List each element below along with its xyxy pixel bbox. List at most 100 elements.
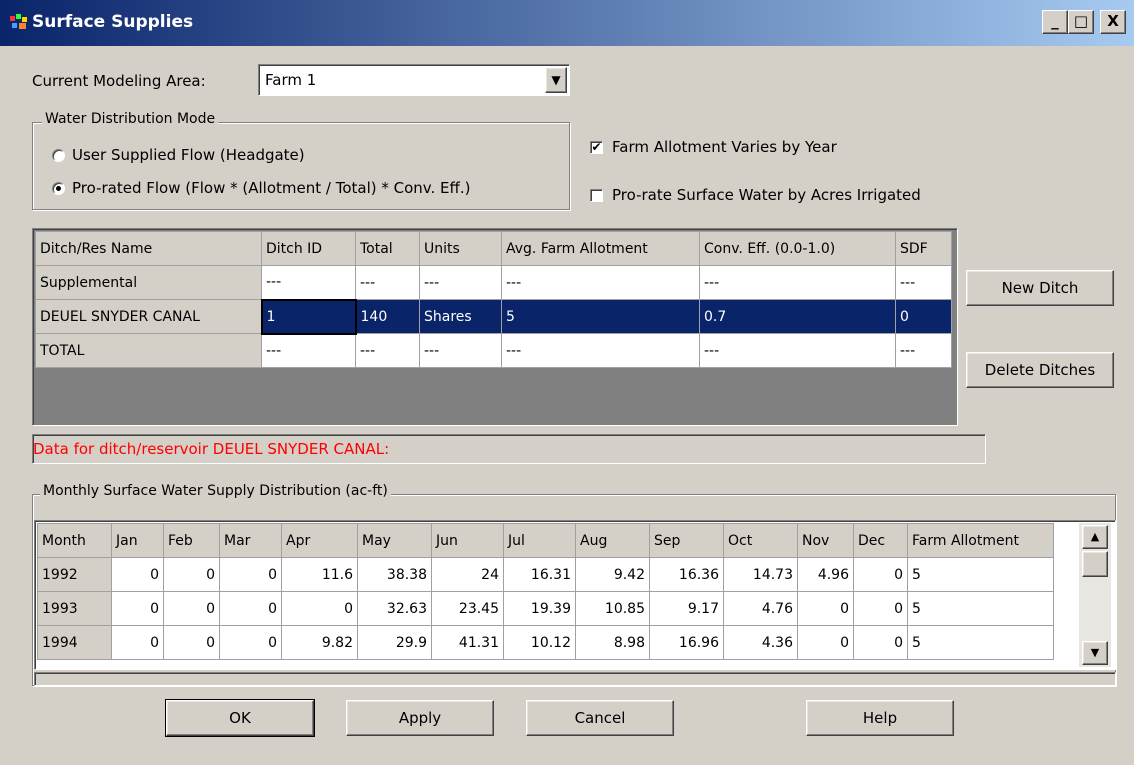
ditch-cell[interactable]: 140 (355, 299, 420, 334)
allotment-cell[interactable]: 5 (907, 591, 1054, 626)
ditch-cell[interactable]: Shares (419, 299, 502, 334)
month-cell[interactable]: 9.17 (649, 591, 724, 626)
ditch-row[interactable]: Supplemental --- --- --- --- --- --- (35, 265, 952, 300)
col-header-may[interactable]: May (357, 523, 432, 558)
help-button[interactable]: Help (806, 700, 954, 736)
maximize-button[interactable]: □ (1068, 10, 1094, 34)
col-header-total[interactable]: Total (355, 231, 420, 266)
month-cell[interactable]: 14.73 (723, 557, 798, 592)
month-cell[interactable]: 38.38 (357, 557, 432, 592)
month-cell[interactable]: 9.82 (281, 625, 358, 660)
month-cell[interactable]: 23.45 (431, 591, 504, 626)
ditch-grid[interactable]: Ditch/Res Name Ditch ID Total Units Avg.… (32, 228, 958, 426)
month-cell[interactable]: 16.96 (649, 625, 724, 660)
ditch-cell[interactable]: 5 (501, 299, 700, 334)
table-row[interactable]: 1992 0 0 0 11.6 38.38 24 16.31 9.42 16.3… (37, 557, 1054, 592)
ditch-cell[interactable]: --- (501, 265, 700, 300)
col-header-conv-eff[interactable]: Conv. Eff. (0.0-1.0) (699, 231, 896, 266)
title-bar[interactable]: Surface Supplies _ □ X (0, 0, 1134, 46)
monthly-grid[interactable]: Month Jan Feb Mar Apr May Jun Jul Aug Se… (34, 520, 1116, 670)
ditch-cell[interactable]: --- (355, 265, 420, 300)
col-header-avg-allotment[interactable]: Avg. Farm Allotment (501, 231, 700, 266)
month-cell[interactable]: 0 (111, 557, 164, 592)
chevron-down-icon[interactable]: ▼ (545, 67, 567, 93)
ditch-cell[interactable]: --- (895, 265, 952, 300)
ditch-cell[interactable]: --- (355, 333, 420, 368)
col-header-jun[interactable]: Jun (431, 523, 504, 558)
col-header-jul[interactable]: Jul (503, 523, 576, 558)
month-cell[interactable]: 41.31 (431, 625, 504, 660)
month-cell[interactable]: 11.6 (281, 557, 358, 592)
scroll-down-icon[interactable]: ▼ (1082, 641, 1108, 665)
ditch-row-name[interactable]: TOTAL (35, 333, 262, 368)
ditch-cell[interactable]: --- (699, 333, 896, 368)
col-header-ditch-id[interactable]: Ditch ID (261, 231, 356, 266)
month-cell[interactable]: 0 (853, 591, 908, 626)
minimize-button[interactable]: _ (1042, 10, 1068, 34)
month-cell[interactable]: 0 (111, 591, 164, 626)
ditch-cell[interactable]: 0 (895, 299, 952, 334)
ditch-row-name[interactable]: Supplemental (35, 265, 262, 300)
row-header-year[interactable]: 1994 (37, 625, 112, 660)
col-header-aug[interactable]: Aug (575, 523, 650, 558)
col-header-feb[interactable]: Feb (163, 523, 220, 558)
month-cell[interactable]: 4.36 (723, 625, 798, 660)
ditch-row-selected[interactable]: DEUEL SNYDER CANAL 1 140 Shares 5 0.7 0 (35, 298, 952, 335)
ditch-cell[interactable]: --- (419, 265, 502, 300)
close-button[interactable]: X (1100, 10, 1126, 34)
ditch-row-name[interactable]: DEUEL SNYDER CANAL (35, 299, 262, 334)
ditch-cell[interactable]: --- (261, 265, 356, 300)
month-cell[interactable]: 9.42 (575, 557, 650, 592)
ditch-table[interactable]: Ditch/Res Name Ditch ID Total Units Avg.… (35, 231, 952, 368)
modeling-area-dropdown[interactable]: Farm 1 ▼ (258, 64, 570, 96)
col-header-apr[interactable]: Apr (281, 523, 358, 558)
col-header-nov[interactable]: Nov (797, 523, 854, 558)
monthly-table[interactable]: Month Jan Feb Mar Apr May Jun Jul Aug Se… (37, 523, 1054, 660)
table-row[interactable]: 1993 0 0 0 0 32.63 23.45 19.39 10.85 9.1… (37, 591, 1054, 626)
ditch-cell[interactable]: --- (699, 265, 896, 300)
ditch-row-total[interactable]: TOTAL --- --- --- --- --- --- (35, 333, 952, 368)
new-ditch-button[interactable]: New Ditch (966, 270, 1114, 306)
radio-pro-rated-flow-label[interactable]: Pro-rated Flow (Flow * (Allotment / Tota… (72, 179, 470, 197)
month-cell[interactable]: 24 (431, 557, 504, 592)
col-header-sep[interactable]: Sep (649, 523, 724, 558)
month-cell[interactable]: 0 (219, 591, 282, 626)
month-cell[interactable]: 16.36 (649, 557, 724, 592)
ditch-cell[interactable]: --- (895, 333, 952, 368)
col-header-mar[interactable]: Mar (219, 523, 282, 558)
vertical-scrollbar[interactable]: ▲ ▼ (1079, 523, 1111, 667)
month-cell[interactable]: 0 (797, 625, 854, 660)
month-cell[interactable]: 4.96 (797, 557, 854, 592)
radio-pro-rated-flow[interactable] (52, 182, 65, 195)
ditch-cell[interactable]: --- (501, 333, 700, 368)
col-header-dec[interactable]: Dec (853, 523, 908, 558)
ditch-cell[interactable]: 0.7 (699, 299, 896, 334)
month-cell[interactable]: 0 (111, 625, 164, 660)
table-row[interactable]: 1994 0 0 0 9.82 29.9 41.31 10.12 8.98 16… (37, 625, 1054, 660)
month-cell[interactable]: 10.85 (575, 591, 650, 626)
apply-button[interactable]: Apply (346, 700, 494, 736)
col-header-oct[interactable]: Oct (723, 523, 798, 558)
col-header-farm-allotment[interactable]: Farm Allotment (907, 523, 1054, 558)
row-header-year[interactable]: 1993 (37, 591, 112, 626)
scroll-thumb[interactable] (1082, 551, 1108, 577)
month-cell[interactable]: 0 (163, 557, 220, 592)
horizontal-scrollbar[interactable] (34, 672, 1116, 686)
ok-button[interactable]: OK (165, 699, 315, 737)
month-cell[interactable]: 0 (163, 625, 220, 660)
month-cell[interactable]: 32.63 (357, 591, 432, 626)
scroll-up-icon[interactable]: ▲ (1082, 525, 1108, 549)
month-cell[interactable]: 16.31 (503, 557, 576, 592)
month-cell[interactable]: 4.76 (723, 591, 798, 626)
month-cell[interactable]: 8.98 (575, 625, 650, 660)
col-header-jan[interactable]: Jan (111, 523, 164, 558)
cancel-button[interactable]: Cancel (526, 700, 674, 736)
prorate-acres-checkbox[interactable] (590, 189, 603, 202)
month-cell[interactable]: 0 (281, 591, 358, 626)
allotment-varies-checkbox[interactable]: ✔ (590, 141, 603, 154)
month-cell[interactable]: 0 (219, 625, 282, 660)
allotment-cell[interactable]: 5 (907, 557, 1054, 592)
allotment-varies-label[interactable]: Farm Allotment Varies by Year (612, 138, 837, 156)
month-cell[interactable]: 0 (163, 591, 220, 626)
ditch-cell[interactable]: --- (419, 333, 502, 368)
